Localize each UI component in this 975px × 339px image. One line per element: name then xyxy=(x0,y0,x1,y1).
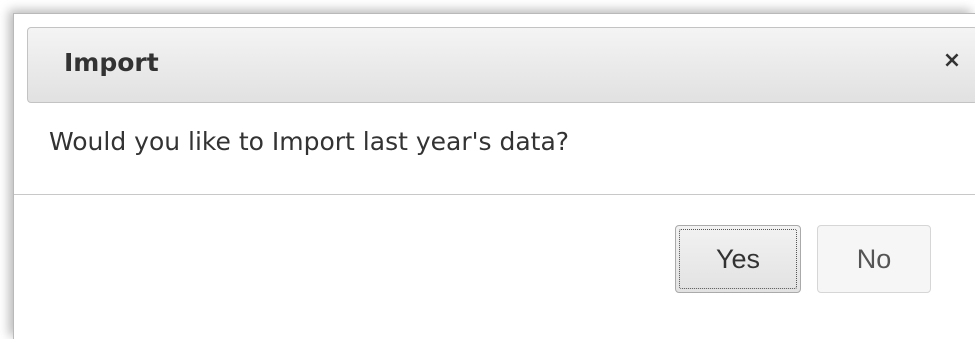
yes-button-label: Yes xyxy=(715,244,761,274)
no-button[interactable]: No xyxy=(817,225,931,293)
no-button-label: No xyxy=(856,244,892,274)
dialog-titlebar: Import × xyxy=(27,27,975,103)
import-dialog: Import × Would you like to Import last y… xyxy=(13,13,975,339)
dialog-message: Would you like to Import last year's dat… xyxy=(49,127,570,156)
yes-button[interactable]: Yes xyxy=(675,225,801,293)
dialog-title: Import xyxy=(64,48,159,77)
dialog-divider xyxy=(14,194,975,195)
close-icon[interactable]: × xyxy=(939,48,965,74)
